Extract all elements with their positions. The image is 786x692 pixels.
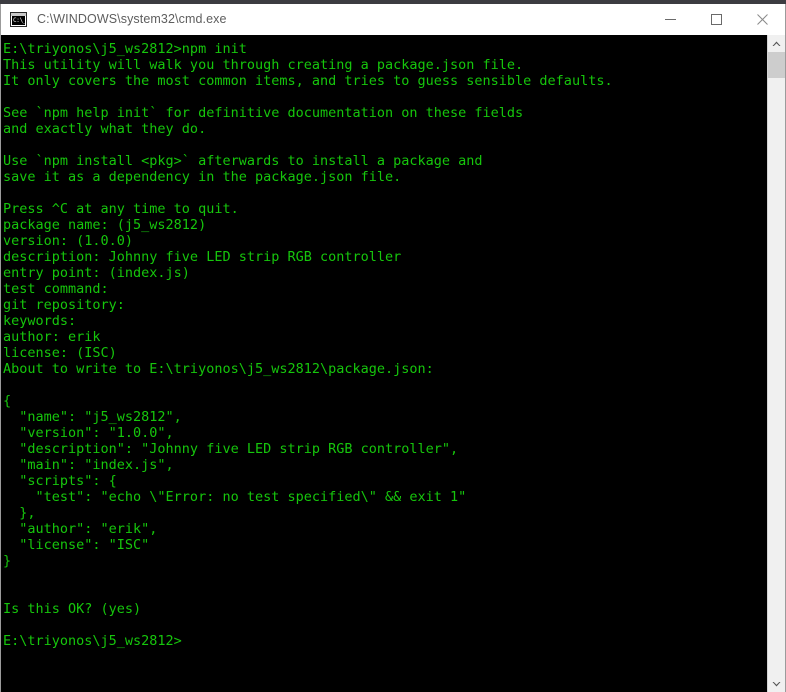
close-button[interactable]: [739, 4, 785, 34]
maximize-icon: [710, 13, 722, 25]
close-icon: [756, 13, 768, 25]
window-controls: [647, 4, 785, 34]
maximize-button[interactable]: [693, 4, 739, 34]
cmd-icon-prompt-text: C:\_: [12, 15, 25, 25]
minimize-button[interactable]: [647, 4, 693, 34]
scrollbar-track[interactable]: [768, 52, 785, 675]
console-output[interactable]: E:\triyonos\j5_ws2812>npm init This util…: [1, 35, 767, 692]
cmd-console-icon: C:\_: [10, 11, 27, 27]
scroll-down-icon: [772, 681, 781, 686]
title-bar[interactable]: C:\_ C:\WINDOWS\system32\cmd.exe: [1, 4, 785, 35]
scroll-down-button[interactable]: [768, 675, 785, 692]
scroll-up-icon: [772, 41, 781, 46]
command-prompt-window: C:\_ C:\WINDOWS\system32\cmd.exe E:\triy…: [0, 4, 786, 692]
window-title: C:\WINDOWS\system32\cmd.exe: [37, 12, 227, 26]
scroll-up-button[interactable]: [768, 35, 785, 52]
console-scrollbar[interactable]: [767, 35, 785, 692]
scrollbar-thumb[interactable]: [768, 52, 785, 78]
console-area: E:\triyonos\j5_ws2812>npm init This util…: [1, 35, 785, 692]
minimize-icon: [664, 18, 676, 20]
